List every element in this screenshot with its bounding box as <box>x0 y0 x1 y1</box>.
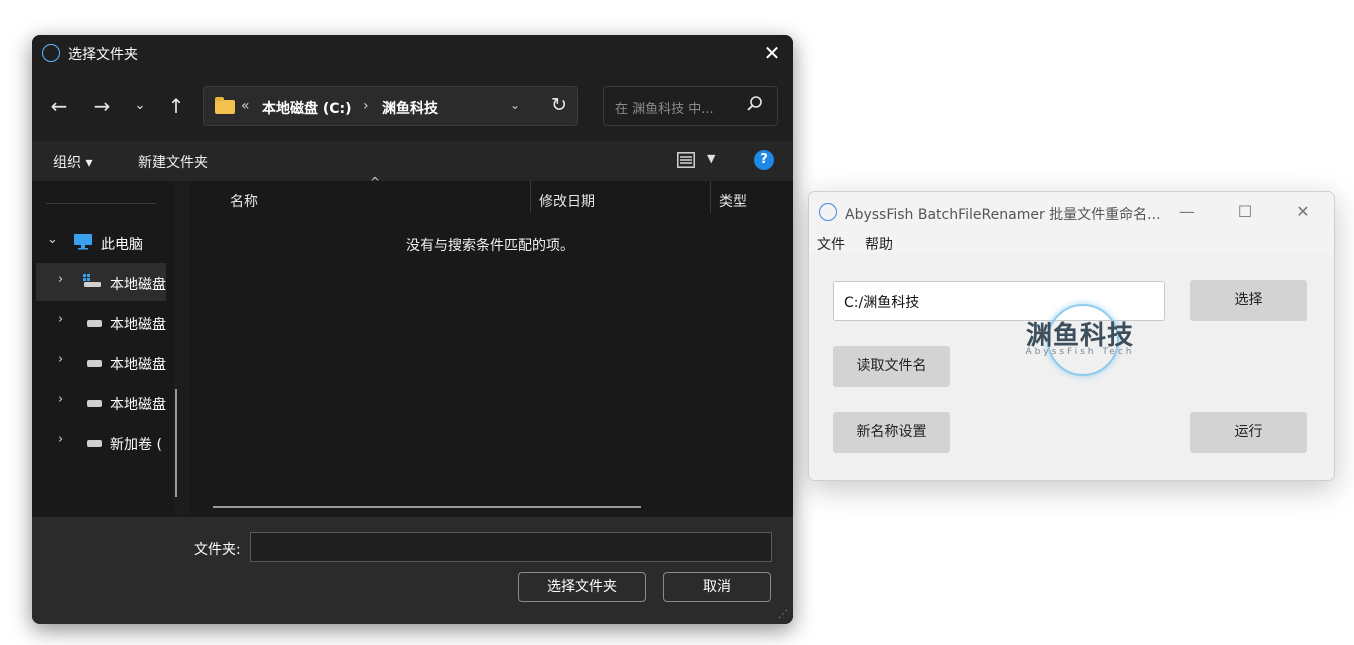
column-divider[interactable] <box>530 181 531 213</box>
nav-item-label: 本地磁盘 <box>110 277 166 293</box>
cancel-button[interactable]: 取消 <box>663 572 771 602</box>
expand-chevron-right-icon[interactable]: › <box>58 312 63 327</box>
read-filenames-button[interactable]: 读取文件名 <box>833 346 950 387</box>
up-arrow-icon[interactable]: ↑ <box>163 93 189 119</box>
nav-divider <box>46 203 156 204</box>
column-divider[interactable] <box>710 181 711 213</box>
nav-item-local-disk[interactable]: › 本地磁盘 <box>32 303 174 341</box>
select-folder-button[interactable]: 选择文件夹 <box>518 572 646 602</box>
nav-item-this-pc[interactable]: ⌄ 此电脑 <box>32 223 174 261</box>
menu-file[interactable]: 文件 <box>817 234 845 254</box>
choose-folder-button[interactable]: 选择 <box>1190 280 1307 321</box>
nav-item-label: 新加卷 ( <box>110 437 162 453</box>
nav-item-local-disk-c[interactable]: › 本地磁盘 <box>36 263 166 301</box>
empty-results-message: 没有与搜索条件匹配的项。 <box>406 238 574 254</box>
view-list-icon[interactable] <box>677 152 695 168</box>
expand-chevron-right-icon[interactable]: › <box>58 432 63 447</box>
command-bar: 组织 ▾ 新建文件夹 ▼ ? <box>32 141 793 181</box>
view-options-chevron-icon[interactable]: ▼ <box>707 152 715 165</box>
renamer-client-area: C:/渊鱼科技 选择 读取文件名 新名称设置 运行 渊鱼科技 AbyssFish… <box>809 254 1334 480</box>
drive-icon <box>87 320 102 327</box>
dialog-footer: 文件夹: 选择文件夹 取消 ⋰ <box>32 517 793 624</box>
breadcrumb-current-folder[interactable]: 渊鱼科技 <box>382 98 438 118</box>
new-folder-button[interactable]: 新建文件夹 <box>138 152 208 172</box>
abyssfish-logo: 渊鱼科技 AbyssFish Tech <box>1009 302 1149 376</box>
address-bar[interactable]: « 本地磁盘 (C:) › 渊鱼科技 ⌄ ↻ <box>203 86 578 126</box>
search-icon[interactable] <box>746 95 764 113</box>
system-drive-icon <box>83 274 101 287</box>
menu-bar: 文件 帮助 <box>809 232 1334 254</box>
forward-arrow-icon[interactable]: → <box>89 93 115 119</box>
navigation-pane: ⌄ 此电脑 › 本地磁盘 › 本地磁盘 › 本地磁盘 › 本地磁盘 › 新加卷 … <box>32 181 174 517</box>
help-icon[interactable]: ? <box>754 150 774 170</box>
address-dropdown-chevron-icon[interactable]: ⌄ <box>510 98 520 112</box>
breadcrumb-drive-c[interactable]: 本地磁盘 (C:) <box>262 98 352 118</box>
computer-icon <box>74 234 92 250</box>
menu-help[interactable]: 帮助 <box>865 234 893 254</box>
drive-icon <box>87 360 102 367</box>
nav-item-label: 本地磁盘 <box>110 317 166 333</box>
nav-pane-scrollbar[interactable] <box>175 389 177 497</box>
app-icon <box>819 203 837 221</box>
batch-renamer-window: AbyssFish BatchFileRenamer 批量文件重命名... — … <box>808 191 1335 481</box>
search-placeholder: 在 渊鱼科技 中... <box>615 102 714 117</box>
nav-item-local-disk[interactable]: › 本地磁盘 <box>32 383 174 421</box>
folder-icon <box>215 97 235 114</box>
navigation-bar: ← → ⌄ ↑ « 本地磁盘 (C:) › 渊鱼科技 ⌄ ↻ 在 渊鱼科技 中.… <box>32 73 793 141</box>
expand-chevron-right-icon[interactable]: › <box>58 392 63 407</box>
refresh-icon[interactable]: ↻ <box>551 94 567 116</box>
nav-item-new-volume[interactable]: › 新加卷 ( <box>32 423 174 461</box>
breadcrumb-overflow[interactable]: « <box>241 98 250 114</box>
window-title: AbyssFish BatchFileRenamer 批量文件重命名... <box>845 207 1161 223</box>
sort-ascending-icon: ^ <box>370 175 381 189</box>
dialog-title: 选择文件夹 <box>68 47 138 63</box>
folder-field-label: 文件夹: <box>194 542 241 558</box>
search-box[interactable]: 在 渊鱼科技 中... <box>603 86 778 126</box>
nav-item-label: 本地磁盘 <box>110 397 166 413</box>
folder-name-input[interactable] <box>250 532 772 562</box>
organize-menu[interactable]: 组织 ▾ <box>53 152 92 172</box>
maximize-icon[interactable]: ☐ <box>1231 200 1259 224</box>
column-header-date-modified[interactable]: 修改日期 <box>539 191 595 211</box>
column-header-name[interactable]: 名称 <box>230 191 258 211</box>
close-icon[interactable]: ✕ <box>760 41 784 65</box>
run-button[interactable]: 运行 <box>1190 412 1307 453</box>
file-list-pane: ^ 名称 修改日期 类型 没有与搜索条件匹配的项。 <box>190 175 793 517</box>
drive-icon <box>87 400 102 407</box>
close-icon[interactable]: ✕ <box>1289 200 1317 224</box>
recent-chevron-down-icon[interactable]: ⌄ <box>127 93 153 119</box>
logo-subtitle: AbyssFish Tech <box>1025 347 1135 357</box>
app-icon <box>42 44 60 62</box>
nav-item-label: 本地磁盘 <box>110 357 166 373</box>
expand-chevron-down-icon[interactable]: ⌄ <box>47 232 58 247</box>
expand-chevron-right-icon[interactable]: › <box>58 352 63 367</box>
horizontal-scrollbar[interactable] <box>213 506 641 508</box>
expand-chevron-right-icon[interactable]: › <box>58 272 63 287</box>
window-title-bar: AbyssFish BatchFileRenamer 批量文件重命名... — … <box>809 192 1334 232</box>
breadcrumb-separator[interactable]: › <box>363 98 369 114</box>
back-arrow-icon[interactable]: ← <box>46 93 72 119</box>
nav-item-local-disk[interactable]: › 本地磁盘 <box>32 343 174 381</box>
drive-icon <box>87 440 102 447</box>
column-header-type[interactable]: 类型 <box>719 191 747 211</box>
nav-item-label: 此电脑 <box>101 237 143 253</box>
resize-grip-icon[interactable]: ⋰ <box>778 609 788 620</box>
minimize-icon[interactable]: — <box>1173 200 1201 224</box>
folder-picker-dialog: 选择文件夹 ✕ ← → ⌄ ↑ « 本地磁盘 (C:) › 渊鱼科技 ⌄ ↻ 在… <box>32 35 793 624</box>
new-name-settings-button[interactable]: 新名称设置 <box>833 412 950 453</box>
dialog-title-bar: 选择文件夹 ✕ <box>32 35 793 73</box>
